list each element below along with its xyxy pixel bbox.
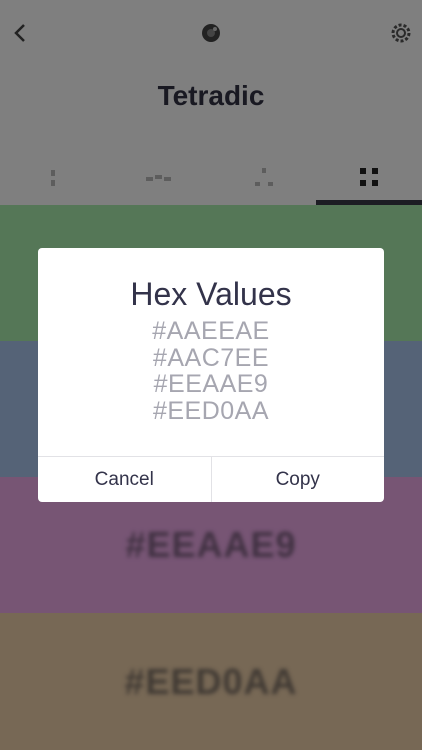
hex-value: #AAC7EE bbox=[152, 343, 270, 372]
hex-value-list: #AAEEAE #AAC7EE #EEAAE9 #EED0AA bbox=[38, 318, 384, 424]
copy-button[interactable]: Copy bbox=[210, 457, 385, 502]
hex-value: #EEAAE9 bbox=[153, 370, 269, 398]
hex-value: #AAEEAE bbox=[152, 317, 270, 345]
dialog-actions: Cancel Copy bbox=[38, 456, 384, 502]
dialog-title: Hex Values bbox=[130, 276, 292, 312]
cancel-button[interactable]: Cancel bbox=[38, 457, 211, 502]
hex-values-dialog: Hex Values #AAEEAE #AAC7EE #EEAAE9 #EED0… bbox=[38, 248, 384, 502]
hex-value: #EED0AA bbox=[152, 396, 270, 425]
